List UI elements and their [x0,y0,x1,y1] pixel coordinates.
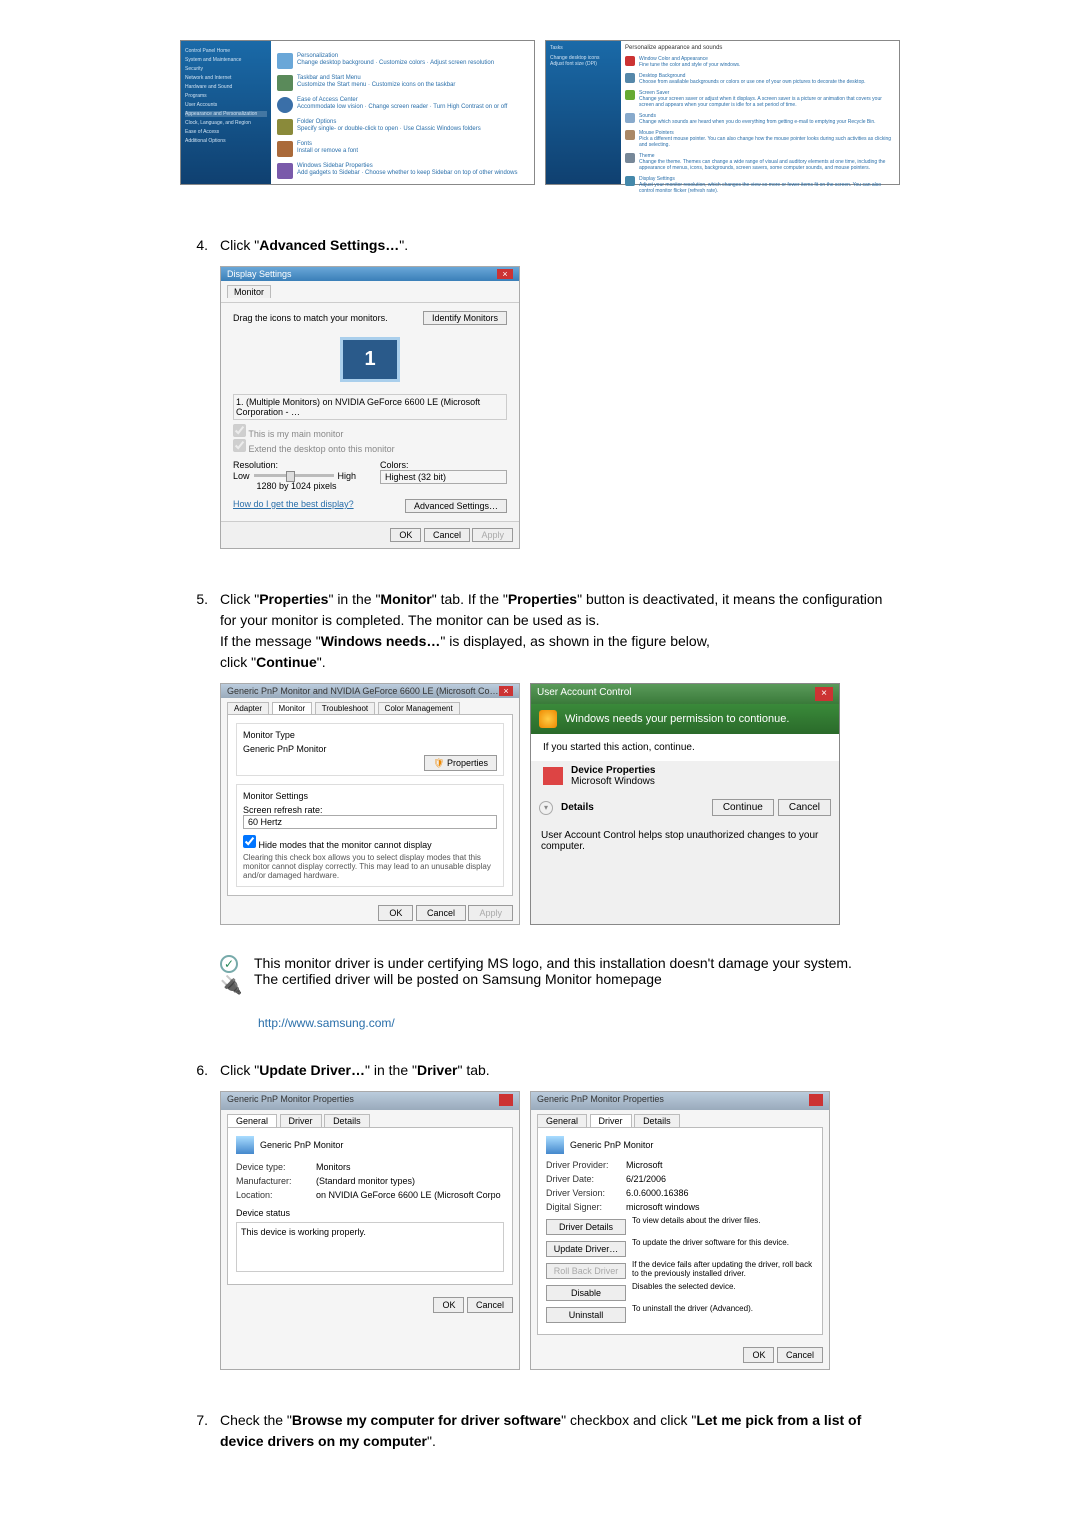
main-monitor-checkbox [233,424,246,437]
close-icon: × [497,269,513,279]
resolution-slider [254,474,334,477]
shield-icon [539,710,557,728]
uac-dialog: User Account Control × Windows needs you… [530,683,840,925]
pnp-driver-dialog: Generic PnP Monitor Properties General D… [530,1091,830,1370]
tab-details: Details [634,1114,680,1127]
advanced-settings-button: Advanced Settings… [405,499,507,513]
certification-note: ✓ 🔌 This monitor driver is under certify… [220,955,900,996]
apply-button: Apply [468,905,513,921]
tab-monitor: Monitor [272,702,313,714]
app-icon [543,767,563,785]
chevron-down-icon: ▾ [539,801,553,815]
monitor-icon: 1 [340,337,400,382]
identify-monitors-button: Identify Monitors [423,311,507,325]
help-link: How do I get the best display? [233,499,354,513]
cancel-button: Cancel [777,1347,823,1363]
window-buttons [498,1094,513,1108]
close-icon: × [815,687,833,701]
monitor-properties-dialog: Generic PnP Monitor and NVIDIA GeForce 6… [220,683,520,925]
cancel-button: Cancel [467,1297,513,1313]
tab-driver: Driver [280,1114,322,1127]
ok-button: OK [378,905,413,921]
rollback-button: Roll Back Driver [546,1263,626,1279]
ok-button: OK [743,1347,774,1363]
step-number: 6. [180,1060,220,1081]
control-panel-screenshots: Control Panel Home System and Maintenanc… [180,40,900,185]
tab-driver: Driver [590,1114,632,1127]
samsung-link: http://www.samsung.com/ [258,1016,900,1030]
monitor-icon [236,1136,254,1154]
disable-button: Disable [546,1285,626,1301]
cancel-button: Cancel [424,528,470,542]
step-7: 7. Check the "Browse my computer for dri… [180,1410,900,1452]
control-panel-left: Control Panel Home System and Maintenanc… [180,40,535,185]
control-panel-right: Tasks Change desktop icons Adjust font s… [545,40,900,185]
driver-details-button: Driver Details [546,1219,626,1235]
step-number: 5. [180,589,220,673]
checkmark-icon: ✓ [220,955,238,973]
step-5: 5. Click "Properties" in the "Monitor" t… [180,589,900,673]
display-settings-dialog: Display Settings × Monitor Drag the icon… [220,266,520,549]
tab-general: General [227,1114,277,1127]
dialog-titlebar: Display Settings × [221,267,519,281]
pnp-general-dialog: Generic PnP Monitor Properties General D… [220,1091,520,1370]
continue-button: Continue [712,799,774,816]
monitor-icon [546,1136,564,1154]
window-buttons [808,1094,823,1108]
update-driver-button: Update Driver… [546,1241,626,1257]
cancel-button: Cancel [778,799,831,816]
hide-modes-checkbox [243,835,256,848]
extend-desktop-checkbox [233,439,246,452]
uninstall-button: Uninstall [546,1307,626,1323]
ok-button: OK [390,528,421,542]
tab-general: General [537,1114,587,1127]
step-number: 4. [180,235,220,256]
apply-button: Apply [472,528,513,542]
step-4: 4. Click "Advanced Settings…". [180,235,900,256]
properties-button: 🛡 Properties [424,755,497,771]
cancel-button: Cancel [416,905,466,921]
plug-icon: 🔌 [220,975,244,996]
step-6: 6. Click "Update Driver…" in the "Driver… [180,1060,900,1081]
close-icon: × [499,686,513,696]
tab-details: Details [324,1114,370,1127]
step-number: 7. [180,1410,220,1452]
ok-button: OK [433,1297,464,1313]
tab-monitor: Monitor [227,285,271,298]
